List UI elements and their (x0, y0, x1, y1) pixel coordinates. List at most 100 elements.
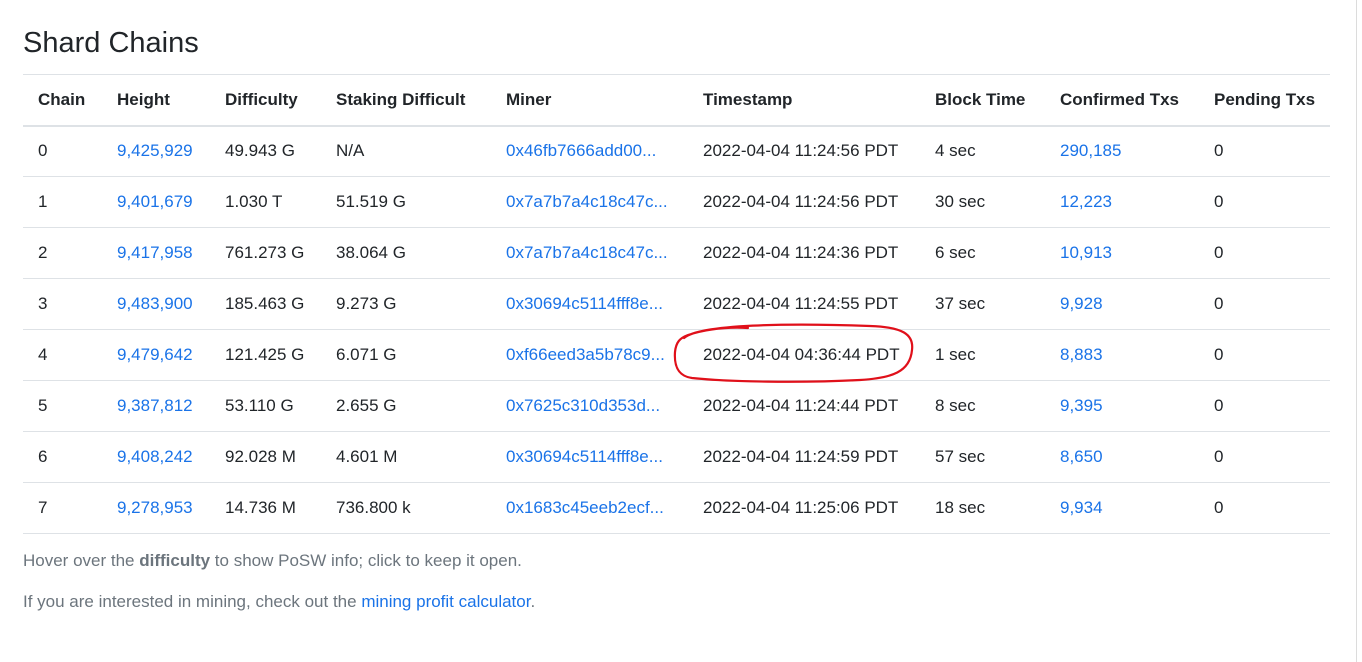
cell-block-time: 37 sec (935, 294, 986, 313)
height-link[interactable]: 9,417,958 (117, 243, 193, 262)
scroll-edge-divider (1356, 0, 1357, 662)
miner-link[interactable]: 0x46fb7666add00... (506, 141, 656, 160)
cell-block-time: 8 sec (935, 396, 976, 415)
header-timestamp: Timestamp (703, 89, 793, 109)
mining-prefix: If you are interested in mining, check o… (23, 592, 362, 611)
table-row: 6 9,408,242 92.028 M 4.601 M 0x30694c511… (23, 432, 1330, 483)
header-difficulty: Difficulty (225, 89, 298, 109)
cell-pending-txs: 0 (1214, 192, 1224, 211)
height-link[interactable]: 9,408,242 (117, 447, 193, 466)
cell-pending-txs: 0 (1214, 396, 1224, 415)
height-link[interactable]: 9,483,900 (117, 294, 193, 313)
cell-difficulty[interactable]: 92.028 M (210, 432, 321, 483)
cell-block-time: 4 sec (935, 141, 976, 161)
confirmed-txs-link[interactable]: 10,913 (1060, 243, 1112, 262)
height-link[interactable]: 9,278,953 (117, 498, 193, 517)
miner-link[interactable]: 0x30694c5114fff8e... (506, 294, 663, 313)
cell-chain: 4 (38, 345, 48, 364)
cell-staking-difficulty: 38.064 G (336, 243, 406, 262)
cell-difficulty[interactable]: 1.030 T (210, 177, 321, 228)
cell-timestamp: 2022-04-04 11:24:55 PDT (703, 294, 899, 313)
cell-pending-txs: 0 (1214, 243, 1224, 262)
cell-staking-difficulty: N/A (336, 141, 365, 161)
confirmed-txs-link[interactable]: 290,185 (1060, 141, 1121, 160)
mining-profit-calculator-link[interactable]: mining profit calculator (361, 592, 530, 611)
header-pending-txs: Pending Txs (1214, 89, 1316, 109)
cell-timestamp: 2022-04-04 11:24:56 PDT (703, 192, 899, 211)
cell-pending-txs: 0 (1214, 447, 1224, 466)
miner-link[interactable]: 0x7625c310d353d... (506, 396, 660, 415)
cell-chain: 7 (38, 498, 48, 517)
header-confirmed-txs: Confirmed Txs (1060, 89, 1180, 109)
miner-link[interactable]: 0x7a7b7a4c18c47c... (506, 192, 668, 211)
miner-link[interactable]: 0x1683c45eeb2ecf... (506, 498, 664, 517)
table-header-row: Chain Height Difficulty Staking Difficul… (23, 74, 1330, 126)
cell-timestamp: 2022-04-04 11:24:36 PDT (703, 243, 899, 262)
confirmed-txs-link[interactable]: 8,650 (1060, 447, 1103, 466)
miner-link[interactable]: 0x7a7b7a4c18c47c... (506, 243, 668, 262)
cell-pending-txs: 0 (1214, 498, 1224, 517)
hint-prefix: Hover over the (23, 551, 140, 570)
cell-block-time: 18 sec (935, 498, 986, 517)
cell-pending-txs: 0 (1214, 141, 1224, 161)
cell-staking-difficulty: 736.800 k (336, 498, 411, 517)
cell-chain: 2 (38, 243, 48, 262)
table-row: 1 9,401,679 1.030 T 51.519 G 0x7a7b7a4c1… (23, 177, 1330, 228)
cell-timestamp: 2022-04-04 11:24:44 PDT (703, 396, 899, 415)
cell-timestamp-highlighted: 2022-04-04 04:36:44 PDT (703, 345, 900, 364)
cell-difficulty[interactable]: 121.425 G (210, 330, 321, 381)
cell-chain: 3 (38, 294, 48, 313)
cell-timestamp: 2022-04-04 11:24:59 PDT (703, 447, 899, 466)
confirmed-txs-link[interactable]: 9,928 (1060, 294, 1103, 313)
cell-difficulty[interactable]: 14.736 M (210, 483, 321, 534)
cell-staking-difficulty: 51.519 G (336, 192, 406, 211)
cell-chain: 0 (38, 141, 48, 161)
header-chain: Chain (38, 89, 86, 109)
miner-link[interactable]: 0xf66eed3a5b78c9... (506, 345, 665, 364)
cell-block-time: 6 sec (935, 243, 976, 262)
difficulty-hint: Hover over the difficulty to show PoSW i… (23, 551, 522, 571)
header-miner: Miner (506, 89, 552, 109)
cell-staking-difficulty: 4.601 M (336, 447, 398, 466)
confirmed-txs-link[interactable]: 12,223 (1060, 192, 1112, 211)
table-row: 4 9,479,642 121.425 G 6.071 G 0xf66eed3a… (23, 330, 1330, 381)
cell-difficulty[interactable]: 185.463 G (210, 279, 321, 330)
confirmed-txs-link[interactable]: 9,395 (1060, 396, 1103, 415)
cell-chain: 6 (38, 447, 48, 466)
cell-pending-txs: 0 (1214, 294, 1224, 313)
cell-staking-difficulty: 2.655 G (336, 396, 397, 415)
hint-suffix: to show PoSW info; click to keep it open… (210, 551, 522, 570)
height-link[interactable]: 9,387,812 (117, 396, 193, 415)
shard-chains-table: Chain Height Difficulty Staking Difficul… (23, 74, 1330, 534)
mining-hint: If you are interested in mining, check o… (23, 592, 535, 612)
page: Shard Chains Chain Height Difficulty Sta… (0, 0, 1362, 662)
cell-chain: 1 (38, 192, 48, 211)
cell-chain: 5 (38, 396, 48, 415)
height-link[interactable]: 9,401,679 (117, 192, 193, 211)
cell-timestamp: 2022-04-04 11:25:06 PDT (703, 498, 899, 517)
miner-link[interactable]: 0x30694c5114fff8e... (506, 447, 663, 466)
cell-difficulty[interactable]: 49.943 G (210, 126, 321, 177)
height-link[interactable]: 9,479,642 (117, 345, 193, 364)
confirmed-txs-link[interactable]: 8,883 (1060, 345, 1103, 364)
height-link[interactable]: 9,425,929 (117, 141, 193, 160)
cell-block-time: 30 sec (935, 192, 986, 211)
page-title: Shard Chains (23, 27, 199, 59)
header-staking-difficulty: Staking Difficult (336, 89, 466, 109)
table-row: 5 9,387,812 53.110 G 2.655 G 0x7625c310d… (23, 381, 1330, 432)
cell-difficulty[interactable]: 53.110 G (210, 381, 321, 432)
confirmed-txs-link[interactable]: 9,934 (1060, 498, 1103, 517)
cell-block-time: 1 sec (935, 345, 976, 364)
hint-bold-difficulty: difficulty (139, 551, 211, 570)
table-row: 3 9,483,900 185.463 G 9.273 G 0x30694c51… (23, 279, 1330, 330)
cell-difficulty[interactable]: 761.273 G (210, 228, 321, 279)
header-height: Height (117, 89, 170, 109)
cell-block-time: 57 sec (935, 447, 986, 466)
mining-suffix: . (530, 592, 536, 611)
table-row: 0 9,425,929 49.943 G N/A 0x46fb7666add00… (23, 126, 1330, 177)
table-row: 7 9,278,953 14.736 M 736.800 k 0x1683c45… (23, 483, 1330, 534)
cell-pending-txs: 0 (1214, 345, 1224, 364)
cell-timestamp: 2022-04-04 11:24:56 PDT (703, 141, 899, 161)
table-row: 2 9,417,958 761.273 G 38.064 G 0x7a7b7a4… (23, 228, 1330, 279)
cell-staking-difficulty: 6.071 G (336, 345, 397, 364)
